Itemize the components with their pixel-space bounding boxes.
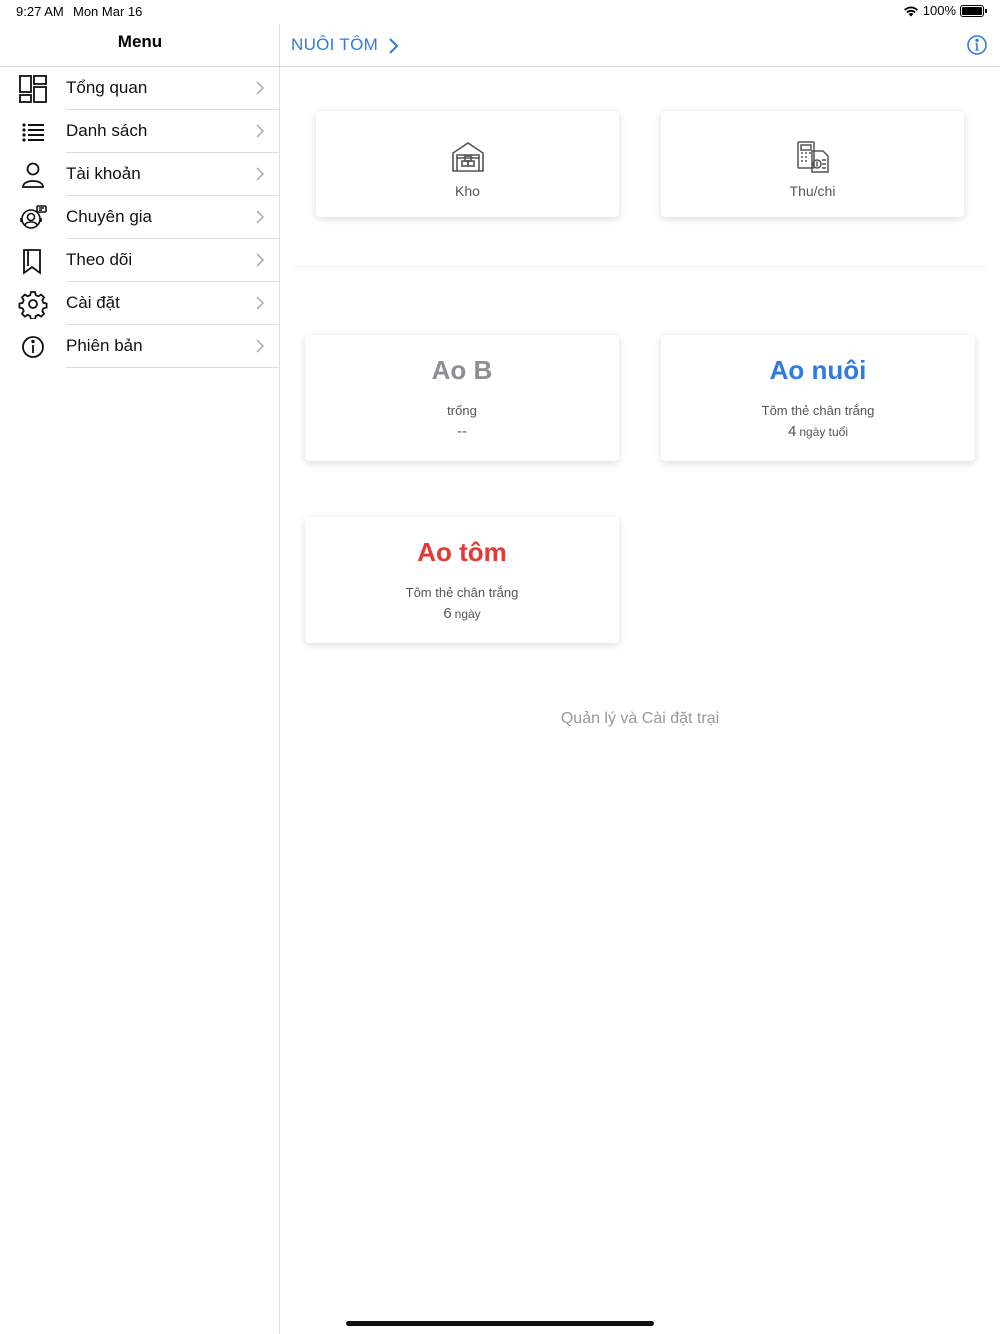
menu-item-cai-dat[interactable]: Cài đặt	[0, 282, 280, 325]
battery-icon	[960, 4, 987, 17]
pond-card-ao-nuoi[interactable]: Ao nuôi Tôm thẻ chân trắng 4 ngày tuổi	[661, 335, 975, 461]
bookmark-icon	[23, 249, 41, 275]
menu-item-theo-doi[interactable]: Theo dõi	[0, 239, 280, 282]
pond-species: Tôm thẻ chân trắng	[405, 585, 519, 600]
pond-age: --	[305, 423, 619, 441]
pond-name: Ao tôm	[417, 537, 507, 567]
expert-support-icon	[20, 205, 47, 229]
pond-name: Ao nuôi	[769, 355, 867, 385]
pond-age: 4 ngày tuổi	[661, 423, 975, 441]
chevron-right-icon	[256, 124, 265, 138]
menu-label: Tổng quan	[66, 78, 148, 97]
sidebar: Menu Tổng quan Danh sách Tài khoản Chuyê…	[0, 24, 280, 1334]
battery-percent: 100%	[922, 3, 956, 18]
home-indicator	[346, 1321, 654, 1326]
pond-age: 6 ngày	[305, 605, 619, 623]
menu-item-danh-sach[interactable]: Danh sách	[0, 110, 280, 153]
pond-age-unit: ngày tuổi	[799, 425, 849, 439]
warehouse-icon	[451, 142, 484, 172]
status-date: Mon Mar 16	[73, 4, 143, 19]
menu-label: Cài đặt	[66, 293, 120, 312]
list-icon	[22, 123, 44, 142]
menu-list: Tổng quan Danh sách Tài khoản Chuyên gia…	[0, 67, 280, 368]
wifi-icon	[903, 6, 918, 16]
nav-bar: NUÔI TÔM	[280, 24, 1000, 67]
tool-card-label: Kho	[455, 183, 480, 199]
pond-age-value: 4	[787, 423, 797, 440]
menu-item-chuyen-gia[interactable]: Chuyên gia	[0, 196, 280, 239]
tool-card-kho[interactable]: Kho	[316, 111, 619, 217]
pond-card-ao-b[interactable]: Ao B trống --	[305, 335, 619, 461]
pond-name: Ao B	[431, 355, 493, 385]
chevron-right-icon	[256, 339, 265, 353]
pond-status: trống	[447, 403, 477, 418]
finance-icon	[796, 141, 829, 173]
menu-label: Chuyên gia	[66, 207, 153, 226]
chevron-right-icon	[256, 81, 265, 95]
menu-label: Theo dõi	[66, 250, 133, 269]
tool-card-label: Thu/chi	[789, 183, 836, 199]
pond-species: Tôm thẻ chân trắng	[761, 403, 875, 418]
chevron-right-icon	[256, 210, 265, 224]
chevron-right-icon[interactable]	[387, 36, 401, 56]
menu-label: Phiên bản	[66, 336, 143, 355]
dashboard-icon	[19, 75, 47, 103]
pond-card-ao-tom[interactable]: Ao tôm Tôm thẻ chân trắng 6 ngày	[305, 517, 619, 643]
pond-age-value: --	[457, 423, 467, 440]
pond-age-value: 6	[443, 605, 452, 622]
main-content: NUÔI TÔM Kho Thu/chi Ao B trống -- Ao nu…	[280, 24, 1000, 1334]
pond-age-unit: ngày	[454, 607, 481, 621]
status-right: 100%	[903, 3, 987, 18]
farm-settings-link[interactable]: Quản lý và Cài đặt trại	[280, 710, 1000, 728]
chevron-right-icon	[256, 296, 265, 310]
nav-title-farm[interactable]: NUÔI TÔM	[291, 35, 378, 55]
section-divider	[294, 266, 986, 267]
chevron-right-icon	[256, 253, 265, 267]
menu-item-tong-quan[interactable]: Tổng quan	[0, 67, 280, 110]
menu-item-phien-ban[interactable]: Phiên bản	[0, 325, 280, 368]
info-button[interactable]	[966, 34, 988, 56]
info-icon	[22, 336, 44, 358]
status-time: 9:27 AM	[16, 4, 64, 19]
chevron-right-icon	[256, 167, 265, 181]
menu-label: Danh sách	[66, 121, 148, 140]
tool-card-thu-chi[interactable]: Thu/chi	[661, 111, 964, 217]
menu-label: Tài khoản	[66, 164, 141, 183]
status-bar: 9:27 AM Mon Mar 16 100%	[0, 0, 1000, 24]
menu-item-tai-khoan[interactable]: Tài khoản	[0, 153, 280, 196]
sidebar-title: Menu	[117, 32, 163, 51]
gear-icon	[18, 291, 48, 319]
user-icon	[22, 162, 44, 188]
